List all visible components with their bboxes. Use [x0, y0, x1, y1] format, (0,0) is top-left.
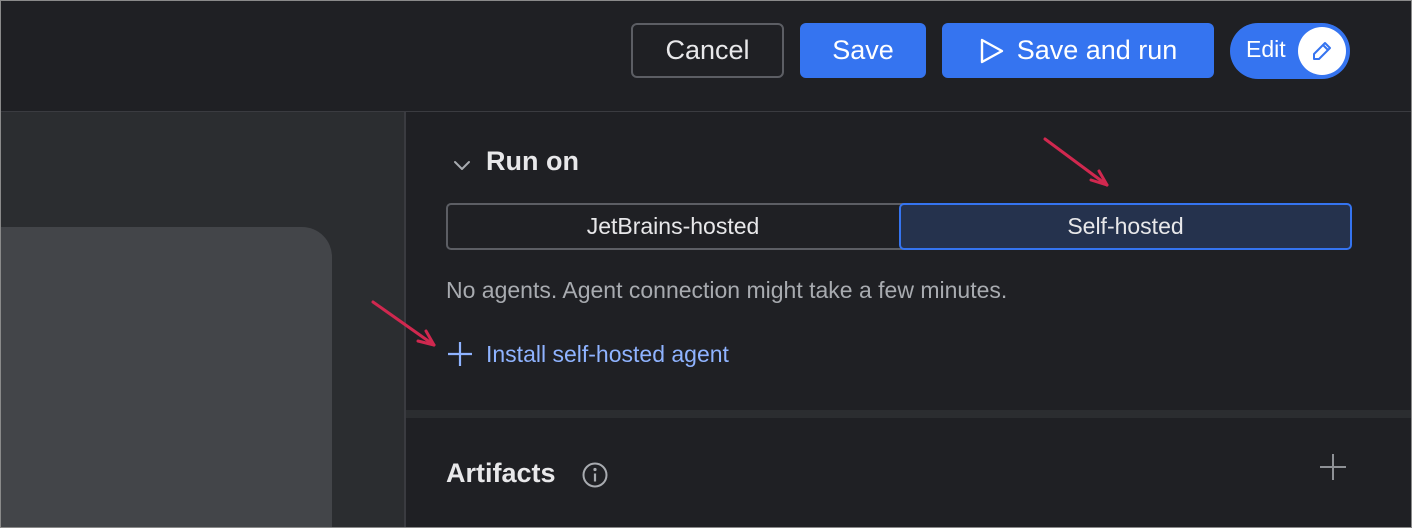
app-window: Cancel Save Save and run Edit Run on Jet…	[0, 0, 1412, 528]
pencil-icon	[1313, 42, 1331, 60]
save-button-label: Save	[832, 35, 894, 65]
save-and-run-button[interactable]: Save and run	[942, 23, 1214, 78]
chevron-down-icon[interactable]	[452, 155, 472, 175]
plus-icon	[448, 342, 472, 366]
workflow-canvas-panel	[1, 112, 404, 527]
save-button[interactable]: Save	[800, 23, 926, 78]
run-on-title: Run on	[486, 146, 579, 176]
install-agent-label: Install self-hosted agent	[486, 340, 729, 367]
save-and-run-button-label: Save and run	[1016, 35, 1178, 65]
play-icon	[980, 38, 1003, 63]
self-hosted-option[interactable]: Self-hosted	[899, 203, 1352, 250]
canvas-card	[1, 227, 332, 527]
cancel-button[interactable]: Cancel	[631, 23, 784, 78]
runner-type-switch: JetBrains-hosted Self-hosted	[446, 203, 1352, 250]
edit-toggle-label: Edit	[1246, 36, 1286, 62]
no-agents-message: No agents. Agent connection might take a…	[446, 277, 1008, 303]
settings-panel: Run on JetBrains-hosted Self-hosted No a…	[406, 112, 1411, 527]
top-toolbar: Cancel Save Save and run Edit	[1, 1, 1411, 112]
info-icon[interactable]	[581, 461, 609, 489]
artifacts-title: Artifacts	[446, 458, 556, 488]
edit-mode-toggle[interactable]: Edit	[1230, 23, 1350, 79]
edit-toggle-knob	[1298, 27, 1346, 75]
cancel-button-label: Cancel	[665, 35, 750, 65]
jetbrains-hosted-option[interactable]: JetBrains-hosted	[446, 203, 900, 250]
section-separator	[406, 410, 1411, 418]
run-on-section: Run on JetBrains-hosted Self-hosted No a…	[406, 112, 1411, 410]
add-artifact-plus-icon[interactable]	[1318, 452, 1348, 482]
install-agent-link[interactable]: Install self-hosted agent	[446, 340, 729, 368]
